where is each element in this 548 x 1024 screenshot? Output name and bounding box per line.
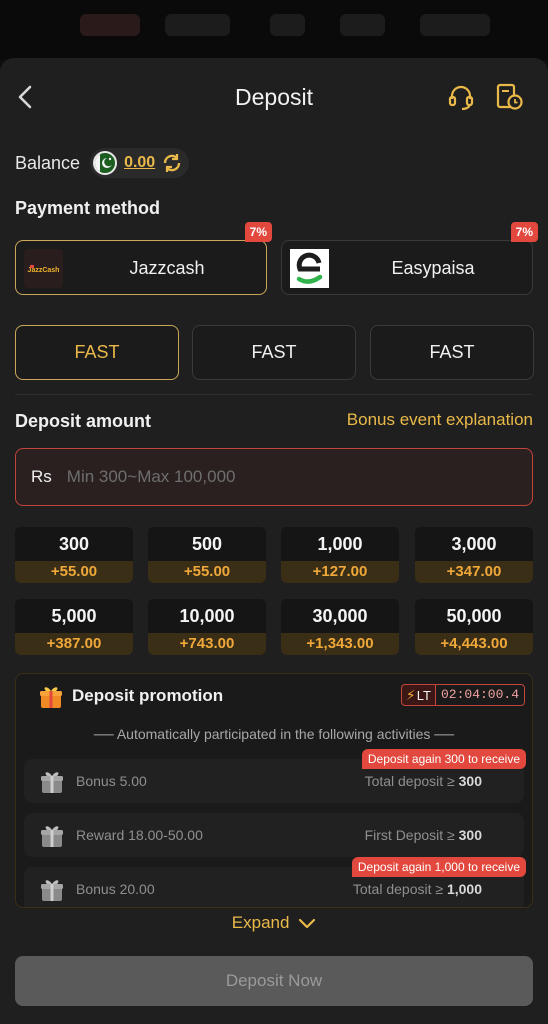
deposit-now-button[interactable]: Deposit Now <box>15 956 533 1006</box>
gift-box-icon <box>38 822 66 850</box>
preset-amount: 3,000 <box>415 527 533 561</box>
svg-text:JazzCash: JazzCash <box>28 267 60 274</box>
payment-method-jazzcash[interactable]: JazzCash Jazzcash 7% <box>15 222 272 295</box>
preset-amount-chip[interactable]: 1,000 +127.00 <box>281 527 399 583</box>
preset-amount: 30,000 <box>281 599 399 633</box>
channel-option-1[interactable]: FAST <box>15 325 179 380</box>
preset-amount: 500 <box>148 527 266 561</box>
method-name: Jazzcash <box>129 258 205 278</box>
preset-bonus: +1,343.00 <box>281 633 399 655</box>
refresh-icon <box>164 154 181 172</box>
preset-bonus: +743.00 <box>148 633 266 655</box>
preset-amount-chip[interactable]: 5,000 +387.00 <box>15 599 133 655</box>
deposit-promotion-panel: Deposit promotion ⚡ LT 02:04:00.4 ── Aut… <box>15 673 533 908</box>
activity-name: Reward 18.00-50.00 <box>76 827 203 843</box>
preset-bonus: +55.00 <box>148 561 266 583</box>
promotion-activity[interactable]: Bonus 20.00 Total deposit ≥ 1,000 Deposi… <box>24 857 526 907</box>
preset-bonus: +55.00 <box>15 561 133 583</box>
activity-condition: Total deposit ≥ 300 <box>364 773 482 789</box>
deposit-sheet: Deposit Balance 0.00 Payment method Jazz… <box>0 58 548 1024</box>
gift-icon <box>38 684 64 710</box>
gift-box-icon <box>38 768 66 796</box>
rate-badge: 7% <box>510 222 538 242</box>
lightning-icon: ⚡ <box>405 686 416 703</box>
blurred-tab <box>80 14 140 36</box>
countdown-timer: 02:04:00.4 <box>434 684 525 706</box>
promotion-subtitle: ── Automatically participated in the fol… <box>93 726 455 742</box>
blurred-tab <box>270 14 305 36</box>
activity-condition: First Deposit ≥ 300 <box>364 827 482 843</box>
preset-bonus: +4,443.00 <box>415 633 533 655</box>
preset-bonus: +347.00 <box>415 561 533 583</box>
expand-button[interactable]: Expand <box>0 913 548 933</box>
activity-badge: Deposit again 1,000 to receive <box>351 857 526 877</box>
blurred-tab <box>165 14 230 36</box>
preset-amount-chip[interactable]: 300 +55.00 <box>15 527 133 583</box>
amount-input-wrapper: Rs <box>15 448 533 506</box>
activity-name: Bonus 20.00 <box>76 881 155 897</box>
expand-label: Expand <box>231 913 290 932</box>
preset-amount-chip[interactable]: 10,000 +743.00 <box>148 599 266 655</box>
jazzcash-logo: JazzCash <box>24 249 63 288</box>
amount-input[interactable] <box>66 467 487 487</box>
headset-icon <box>448 85 474 111</box>
currency-label: Rs <box>31 467 52 486</box>
easypaisa-logo <box>290 249 329 288</box>
promotion-timer: ⚡ LT 02:04:00.4 <box>400 684 525 706</box>
preset-amount-chip[interactable]: 500 +55.00 <box>148 527 266 583</box>
activity-badge: Deposit again 300 to receive <box>361 749 526 769</box>
bonus-explanation-link[interactable]: Bonus event explanation <box>347 410 533 430</box>
deposit-amount-label: Deposit amount <box>15 411 152 431</box>
lt-label: LT <box>416 687 431 703</box>
balance-label: Balance <box>15 152 81 173</box>
history-icon <box>496 83 523 110</box>
preset-amount: 1,000 <box>281 527 399 561</box>
promotion-activity[interactable]: Bonus 5.00 Total deposit ≥ 300 Deposit a… <box>24 749 526 803</box>
activity-condition: Total deposit ≥ 1,000 <box>352 881 482 897</box>
promotion-title: Deposit promotion <box>72 686 224 705</box>
preset-amount: 5,000 <box>15 599 133 633</box>
preset-amount: 300 <box>15 527 133 561</box>
deposit-history-button[interactable] <box>494 82 524 112</box>
preset-amount: 10,000 <box>148 599 266 633</box>
preset-bonus: +127.00 <box>281 561 399 583</box>
channel-option-2[interactable]: FAST <box>192 325 356 380</box>
customer-support-button[interactable] <box>446 82 476 112</box>
refresh-balance-button[interactable] <box>161 152 183 174</box>
blurred-tab <box>420 14 490 36</box>
preset-amount-chip[interactable]: 30,000 +1,343.00 <box>281 599 399 655</box>
preset-amount-chip[interactable]: 3,000 +347.00 <box>415 527 533 583</box>
rate-badge: 7% <box>244 222 272 242</box>
preset-amount-chip[interactable]: 50,000 +4,443.00 <box>415 599 533 655</box>
preset-amount: 50,000 <box>415 599 533 633</box>
gift-box-icon <box>38 876 66 904</box>
preset-bonus: +387.00 <box>15 633 133 655</box>
payment-method-label: Payment method <box>15 198 161 218</box>
pakistan-flag-icon <box>93 151 118 175</box>
balance-value: 0.00 <box>124 154 156 171</box>
balance-row: Balance 0.00 <box>15 148 190 178</box>
promotion-activity[interactable]: Reward 18.00-50.00 First Deposit ≥ 300 <box>24 813 524 857</box>
limited-time-badge: ⚡ LT <box>400 684 435 706</box>
channel-option-3[interactable]: FAST <box>370 325 534 380</box>
divider <box>15 394 533 395</box>
activity-name: Bonus 5.00 <box>76 773 147 789</box>
payment-method-easypaisa[interactable]: Easypaisa 7% <box>281 222 538 295</box>
header: Deposit <box>0 58 548 136</box>
balance-pill: 0.00 <box>90 148 190 178</box>
chevron-down-icon <box>299 918 316 928</box>
background-app-bar <box>0 0 548 60</box>
blurred-tab <box>340 14 385 36</box>
method-name: Easypaisa <box>391 258 475 278</box>
